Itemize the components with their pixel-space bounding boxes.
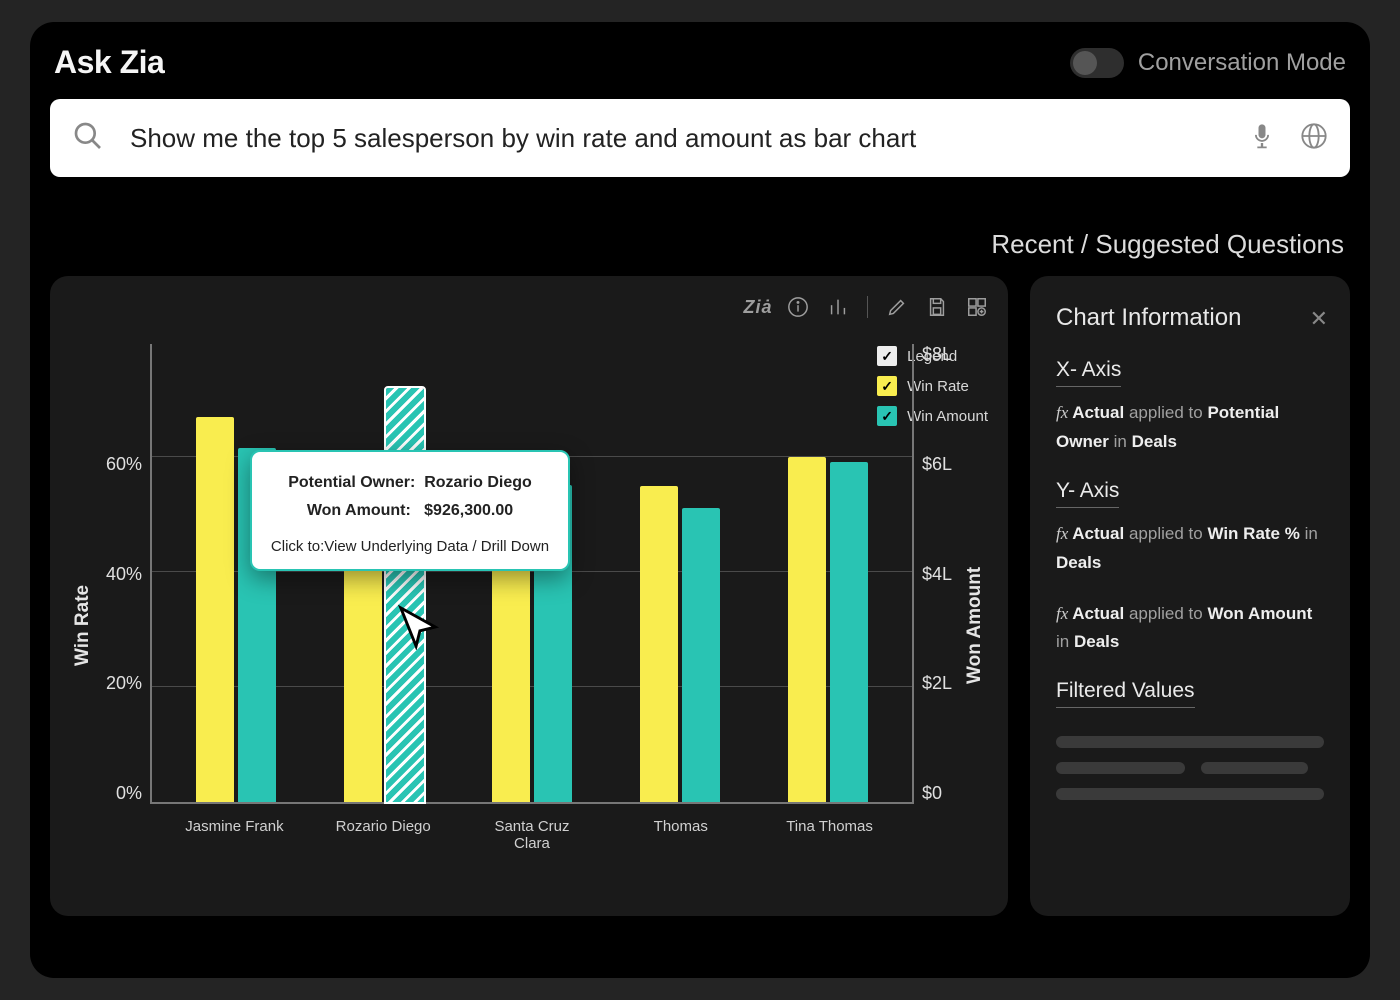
main-content: Ziȧ ✓ bbox=[50, 276, 1350, 916]
bar-group[interactable] bbox=[195, 344, 277, 802]
close-icon[interactable]: ✕ bbox=[1310, 306, 1328, 332]
microphone-icon[interactable] bbox=[1248, 122, 1276, 155]
bar-group[interactable] bbox=[491, 344, 573, 802]
info-panel-title: Chart Information bbox=[1056, 304, 1324, 332]
conversation-mode: Conversation Mode bbox=[1070, 48, 1346, 78]
x-tick-label: Thomas bbox=[631, 818, 731, 852]
x-tick-label: Jasmine Frank bbox=[184, 818, 284, 852]
bars-row bbox=[152, 344, 912, 802]
tick: $4L bbox=[922, 564, 952, 585]
filtered-values-heading: Filtered Values bbox=[1056, 679, 1195, 708]
chart-card: Ziȧ ✓ bbox=[50, 276, 1008, 916]
x-tick-label: Rozario Diego bbox=[333, 818, 433, 852]
header: Ask Zia Conversation Mode bbox=[50, 44, 1350, 99]
zia-icon[interactable]: Ziȧ bbox=[747, 296, 769, 318]
bar-win-amount[interactable] bbox=[682, 508, 720, 802]
bar-win-rate[interactable] bbox=[788, 457, 826, 802]
search-bar bbox=[50, 99, 1350, 177]
legend-title: Legend bbox=[907, 348, 957, 365]
y-left-ticks: . 60% 40% 20% 0% bbox=[98, 344, 150, 804]
search-icon bbox=[72, 120, 104, 157]
bar-group[interactable] bbox=[343, 344, 425, 802]
bar-win-amount[interactable] bbox=[830, 462, 868, 802]
tick: $0 bbox=[922, 783, 942, 804]
conversation-mode-label: Conversation Mode bbox=[1138, 49, 1346, 77]
tick: $2L bbox=[922, 673, 952, 694]
globe-icon[interactable] bbox=[1300, 122, 1328, 155]
chart-tooltip[interactable]: Potential Owner: Rozario Diego Won Amoun… bbox=[250, 450, 570, 571]
y-axis-description-1: fxActual applied to Win Rate % in Deals bbox=[1056, 520, 1324, 578]
tick: 20% bbox=[106, 673, 142, 694]
fx-icon: fx bbox=[1056, 524, 1068, 543]
tick: 40% bbox=[106, 564, 142, 585]
x-axis-labels: Jasmine Frank Rozario Diego Santa Cruz Cla… bbox=[150, 804, 914, 852]
bar-win-rate[interactable] bbox=[196, 417, 234, 802]
page-title: Ask Zia bbox=[54, 44, 164, 81]
tick: $6L bbox=[922, 454, 952, 475]
app-window: Ask Zia Conversation Mode Recent / Sugge… bbox=[30, 22, 1370, 978]
tooltip-action: Click to:View Underlying Data / Drill Do… bbox=[268, 538, 552, 555]
chart-information-panel: ✕ Chart Information X- Axis fxActual app… bbox=[1030, 276, 1350, 916]
plot-wrap: Jasmine Frank Rozario Diego Santa Cruz Cla… bbox=[150, 344, 914, 906]
fx-icon: fx bbox=[1056, 604, 1068, 623]
conversation-mode-toggle[interactable] bbox=[1070, 48, 1124, 78]
chart-body: Win Rate . 60% 40% 20% 0% Jasmine Frank R… bbox=[68, 344, 990, 906]
bar-group[interactable] bbox=[787, 344, 869, 802]
chart-toolbar: Ziȧ bbox=[747, 296, 988, 318]
bar-group[interactable] bbox=[639, 344, 721, 802]
info-icon[interactable] bbox=[787, 296, 809, 318]
tick: 0% bbox=[116, 783, 142, 804]
tooltip-amount-label: Won Amount: bbox=[307, 502, 411, 519]
x-axis-description: fxActual applied to Potential Owner in D… bbox=[1056, 399, 1324, 457]
cursor-icon bbox=[395, 604, 441, 655]
dashboard-add-icon[interactable] bbox=[966, 296, 988, 318]
tooltip-owner-value: Rozario Diego bbox=[424, 474, 532, 491]
filtered-values-skeleton bbox=[1056, 736, 1324, 800]
y-left-axis-label: Win Rate bbox=[68, 344, 98, 906]
tooltip-owner-row: Potential Owner: Rozario Diego bbox=[268, 474, 552, 492]
toolbar-divider bbox=[867, 296, 868, 318]
tooltip-amount-row: Won Amount: $926,300.00 bbox=[268, 502, 552, 520]
y-axis-heading: Y- Axis bbox=[1056, 479, 1119, 508]
y-right-axis-label: Won Amount bbox=[960, 344, 990, 906]
tooltip-amount-value: $926,300.00 bbox=[424, 502, 513, 519]
edit-icon[interactable] bbox=[886, 296, 908, 318]
x-tick-label: Tina Thomas bbox=[780, 818, 880, 852]
plot-area[interactable] bbox=[150, 344, 914, 804]
search-input[interactable] bbox=[128, 122, 1224, 155]
tick: 60% bbox=[106, 454, 142, 475]
tooltip-owner-label: Potential Owner: bbox=[288, 474, 415, 491]
recent-suggested-heading: Recent / Suggested Questions bbox=[50, 229, 1344, 260]
bar-win-rate[interactable] bbox=[640, 486, 678, 802]
y-axis-description-2: fxActual applied to Won Amount in Deals bbox=[1056, 600, 1324, 658]
x-axis-heading: X- Axis bbox=[1056, 358, 1121, 387]
bar-chart-icon[interactable] bbox=[827, 296, 849, 318]
fx-icon: fx bbox=[1056, 403, 1068, 422]
x-tick-label: Santa Cruz Clara bbox=[482, 818, 582, 852]
save-icon[interactable] bbox=[926, 296, 948, 318]
